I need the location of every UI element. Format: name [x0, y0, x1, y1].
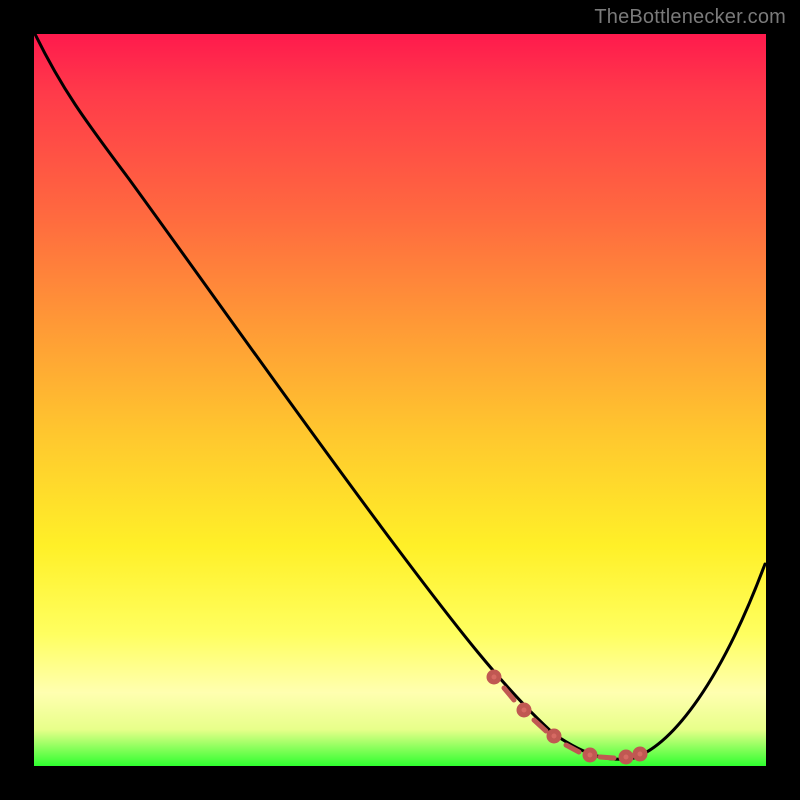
bottleneck-curve	[35, 34, 765, 759]
plot-area	[34, 34, 766, 766]
bottleneck-curve-svg	[34, 34, 766, 766]
chart-frame: TheBottlenecker.com	[0, 0, 800, 800]
trough-markers	[489, 672, 645, 762]
watermark-credit: TheBottlenecker.com	[594, 6, 786, 29]
